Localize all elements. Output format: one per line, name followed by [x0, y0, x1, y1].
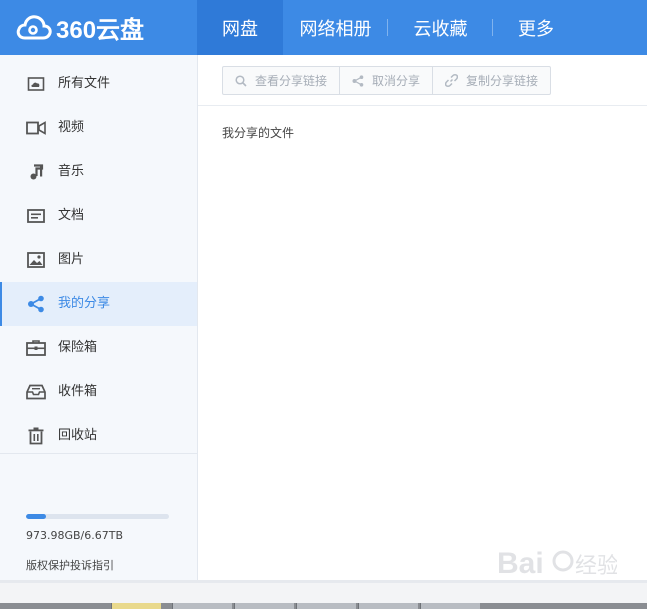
sidebar-item-safe-box[interactable]: 保险箱: [0, 326, 197, 370]
main-nav: 网盘 网络相册 云收藏 更多: [197, 0, 579, 55]
cloud-logo-icon: [16, 15, 52, 40]
sidebar-item-all-files[interactable]: 所有文件: [0, 62, 197, 106]
sidebar-item-label: 所有文件: [58, 76, 111, 91]
svg-text:经验: 经验: [575, 553, 617, 578]
sidebar-item-inbox[interactable]: 收件箱: [0, 370, 197, 414]
sidebar-item-label: 图片: [58, 252, 85, 267]
sidebar-item-my-shares[interactable]: 我的分享: [0, 282, 197, 326]
copyright-report-link[interactable]: 版权保护投诉指引: [26, 557, 114, 573]
inbox-icon: [26, 383, 46, 401]
breadcrumb: 我分享的文件: [222, 126, 295, 140]
document-icon: [26, 207, 46, 225]
sidebar-item-recycle-bin[interactable]: 回收站: [0, 414, 197, 458]
taskbar-button[interactable]: [358, 603, 418, 609]
taskbar-button[interactable]: [172, 603, 232, 609]
copy-share-link-button[interactable]: 复制分享链接: [433, 67, 550, 94]
main-content: 查看分享链接 取消分享 复制分享链接 我分享的文件: [198, 55, 647, 580]
storage-quota-bar: [26, 514, 169, 519]
svg-text:Bai: Bai: [497, 547, 544, 580]
sidebar-divider: [0, 453, 197, 454]
sidebar-item-label: 保险箱: [58, 340, 98, 355]
sidebar-item-label: 视频: [58, 120, 85, 135]
tab-cloud-disk[interactable]: 网盘: [197, 0, 283, 55]
search-icon: [235, 74, 247, 87]
cancel-share-button[interactable]: 取消分享: [340, 67, 434, 94]
cloud-folder-icon: [26, 75, 46, 93]
tab-label: 网络相册: [299, 18, 372, 40]
sidebar-item-label: 文档: [58, 208, 85, 223]
tab-label: 更多: [518, 18, 554, 40]
share-action-group: 查看分享链接 取消分享 复制分享链接: [222, 66, 552, 95]
sidebar-item-documents[interactable]: 文档: [0, 194, 197, 238]
taskbar-button[interactable]: [111, 603, 161, 609]
sidebar-item-images[interactable]: 图片: [0, 238, 197, 282]
music-note-icon: [26, 163, 46, 181]
taskbar-button[interactable]: [420, 603, 480, 609]
top-header: 360云盘 网盘 网络相册 云收藏 更多: [0, 0, 647, 55]
sidebar-item-label: 我的分享: [58, 296, 111, 311]
logo[interactable]: 360云盘: [16, 8, 144, 46]
share-toolbar: 查看分享链接 取消分享 复制分享链接: [198, 55, 647, 106]
sidebar: 所有文件 视频 音乐 文档 图片 我的分享 保险箱 收件箱 回收站 973.98…: [0, 55, 198, 580]
tab-photo-album[interactable]: 网络相册: [283, 0, 388, 55]
image-icon: [26, 251, 46, 269]
button-label: 复制分享链接: [466, 74, 539, 88]
logo-text: 360云盘: [56, 16, 145, 44]
sidebar-item-label: 收件箱: [58, 384, 98, 399]
tab-label: 云收藏: [413, 18, 468, 40]
tab-more[interactable]: 更多: [493, 0, 579, 55]
sidebar-item-label: 音乐: [58, 164, 85, 179]
sidebar-item-music[interactable]: 音乐: [0, 150, 197, 194]
sidebar-item-label: 回收站: [58, 428, 98, 443]
button-label: 查看分享链接: [255, 74, 328, 88]
share-icon: [26, 295, 46, 313]
watermark-logo: Bai 经验: [497, 547, 617, 580]
button-label: 取消分享: [372, 74, 421, 88]
storage-quota-fill: [26, 514, 47, 519]
taskbar-button[interactable]: [234, 603, 294, 609]
share-icon: [352, 74, 364, 87]
link-icon: [445, 74, 459, 87]
video-camera-icon: [26, 119, 46, 137]
view-share-link-button[interactable]: 查看分享链接: [223, 67, 341, 94]
taskbar-button[interactable]: [296, 603, 356, 609]
tab-cloud-favorites[interactable]: 云收藏: [388, 0, 493, 55]
sidebar-item-video[interactable]: 视频: [0, 106, 197, 150]
tab-label: 网盘: [222, 18, 258, 40]
storage-quota-text: 973.98GB/6.67TB: [26, 529, 124, 542]
safe-box-icon: [26, 339, 46, 357]
trash-icon: [26, 427, 46, 445]
